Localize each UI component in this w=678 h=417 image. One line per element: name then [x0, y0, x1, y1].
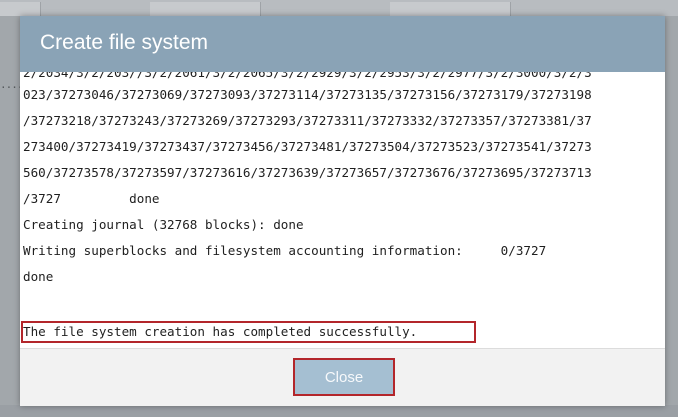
log-line: /3727 done	[23, 191, 160, 206]
output-log[interactable]: 2/2034/3/2/203//3/2/2061/3/2/2065/3/2/29…	[20, 72, 665, 348]
dialog-title: Create file system	[40, 31, 209, 54]
background-page-bottom	[0, 405, 678, 417]
background-tab	[150, 2, 261, 16]
log-line: /37273218/37273243/37273269/37273293/372…	[23, 113, 592, 128]
success-message: The file system creation has completed s…	[23, 324, 418, 339]
background-tab	[390, 2, 511, 16]
dialog-header: Create file system	[20, 16, 665, 72]
dialog-footer: Close	[20, 348, 665, 406]
log-line: done	[23, 269, 54, 284]
close-button[interactable]: Close	[293, 358, 395, 396]
log-line: 273400/37273419/37273437/37273456/372734…	[23, 139, 592, 154]
log-line: 023/37273046/37273069/37273093/37273114/…	[23, 87, 592, 102]
create-file-system-dialog: Create file system 2/2034/3/2/203//3/2/2…	[20, 16, 665, 406]
log-line: 2/2034/3/2/203//3/2/2061/3/2/2065/3/2/29…	[23, 72, 592, 80]
log-line: Writing superblocks and filesystem accou…	[23, 243, 547, 258]
log-line: 560/37273578/37273597/37273616/37273639/…	[23, 165, 592, 180]
background-tab	[0, 2, 41, 16]
log-line: Creating journal (32768 blocks): done	[23, 217, 304, 232]
background-page-toolbar	[0, 0, 678, 16]
